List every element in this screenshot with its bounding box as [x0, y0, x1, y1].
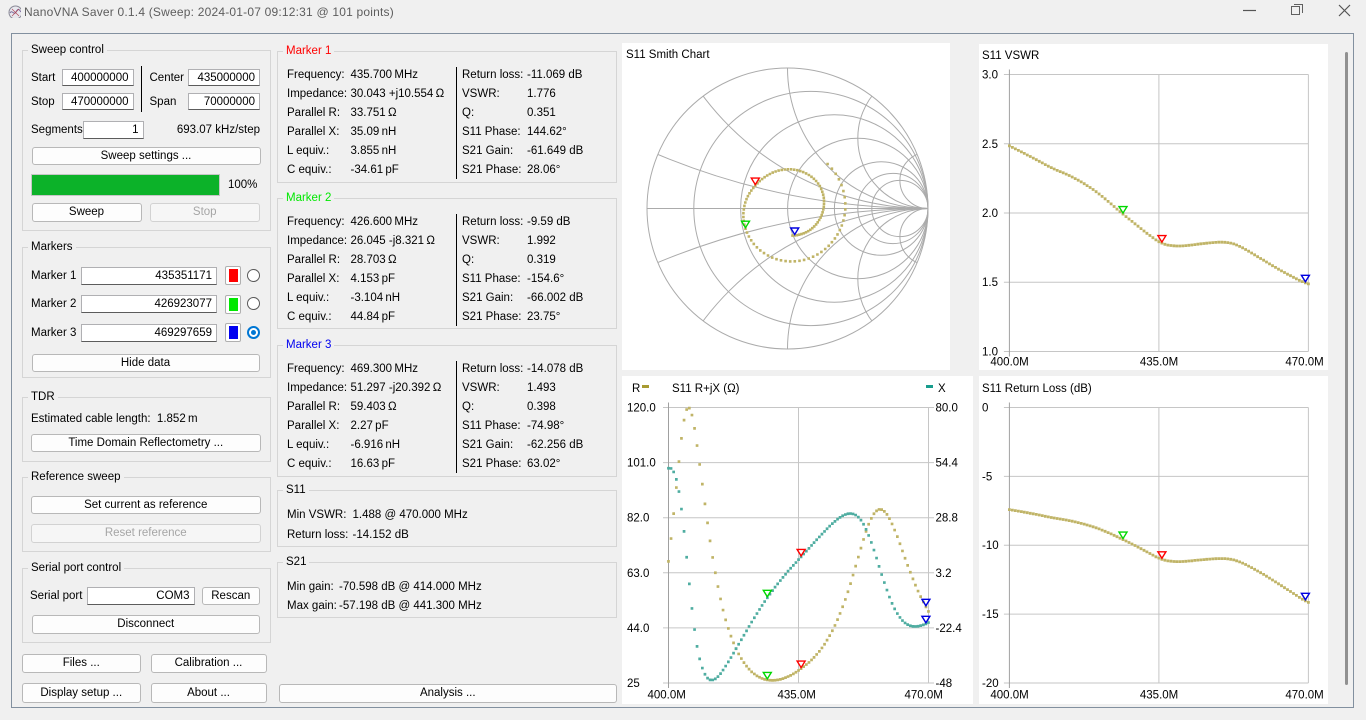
svg-text:S11 Return Loss (dB): S11 Return Loss (dB) [982, 383, 1092, 395]
svg-text:435.0M: 435.0M [1140, 690, 1178, 702]
svg-text:400.0M: 400.0M [648, 690, 686, 702]
svg-text:-5: -5 [982, 471, 992, 483]
svg-text:120.0: 120.0 [627, 403, 656, 415]
svg-text:1.0: 1.0 [982, 347, 998, 359]
svg-text:3.2: 3.2 [936, 568, 952, 580]
svg-text:S11 R+jX (Ω): S11 R+jX (Ω) [672, 383, 740, 395]
svg-text:3.0: 3.0 [982, 70, 998, 82]
svg-text:28.8: 28.8 [936, 513, 958, 525]
svg-text:63.0: 63.0 [627, 568, 649, 580]
svg-text:X: X [938, 383, 946, 395]
svg-text:2.5: 2.5 [982, 139, 998, 151]
svg-text:S11 VSWR: S11 VSWR [982, 50, 1039, 62]
svg-text:-20: -20 [982, 678, 999, 690]
svg-text:0: 0 [982, 403, 988, 415]
svg-text:25: 25 [627, 678, 640, 690]
svg-text:470.0M: 470.0M [1285, 357, 1323, 369]
svg-text:-48: -48 [936, 678, 953, 690]
svg-text:-22.4: -22.4 [936, 623, 963, 635]
svg-text:470.0M: 470.0M [905, 690, 943, 702]
svg-text:400.0M: 400.0M [990, 690, 1028, 702]
svg-text:435.0M: 435.0M [1140, 357, 1178, 369]
svg-text:1.5: 1.5 [982, 277, 998, 289]
svg-text:470.0M: 470.0M [1285, 690, 1323, 702]
svg-text:R: R [632, 383, 640, 395]
svg-text:-15: -15 [982, 609, 999, 621]
svg-text:44.0: 44.0 [627, 623, 649, 635]
svg-text:400.0M: 400.0M [990, 357, 1028, 369]
svg-text:2.0: 2.0 [982, 208, 998, 220]
svg-text:S11 Smith Chart: S11 Smith Chart [626, 49, 710, 61]
svg-text:-10: -10 [982, 540, 999, 552]
svg-text:101.0: 101.0 [627, 458, 656, 470]
svg-text:54.4: 54.4 [936, 458, 959, 470]
svg-text:82.0: 82.0 [627, 513, 649, 525]
svg-text:435.0M: 435.0M [778, 690, 816, 702]
svg-text:80.0: 80.0 [936, 403, 958, 415]
